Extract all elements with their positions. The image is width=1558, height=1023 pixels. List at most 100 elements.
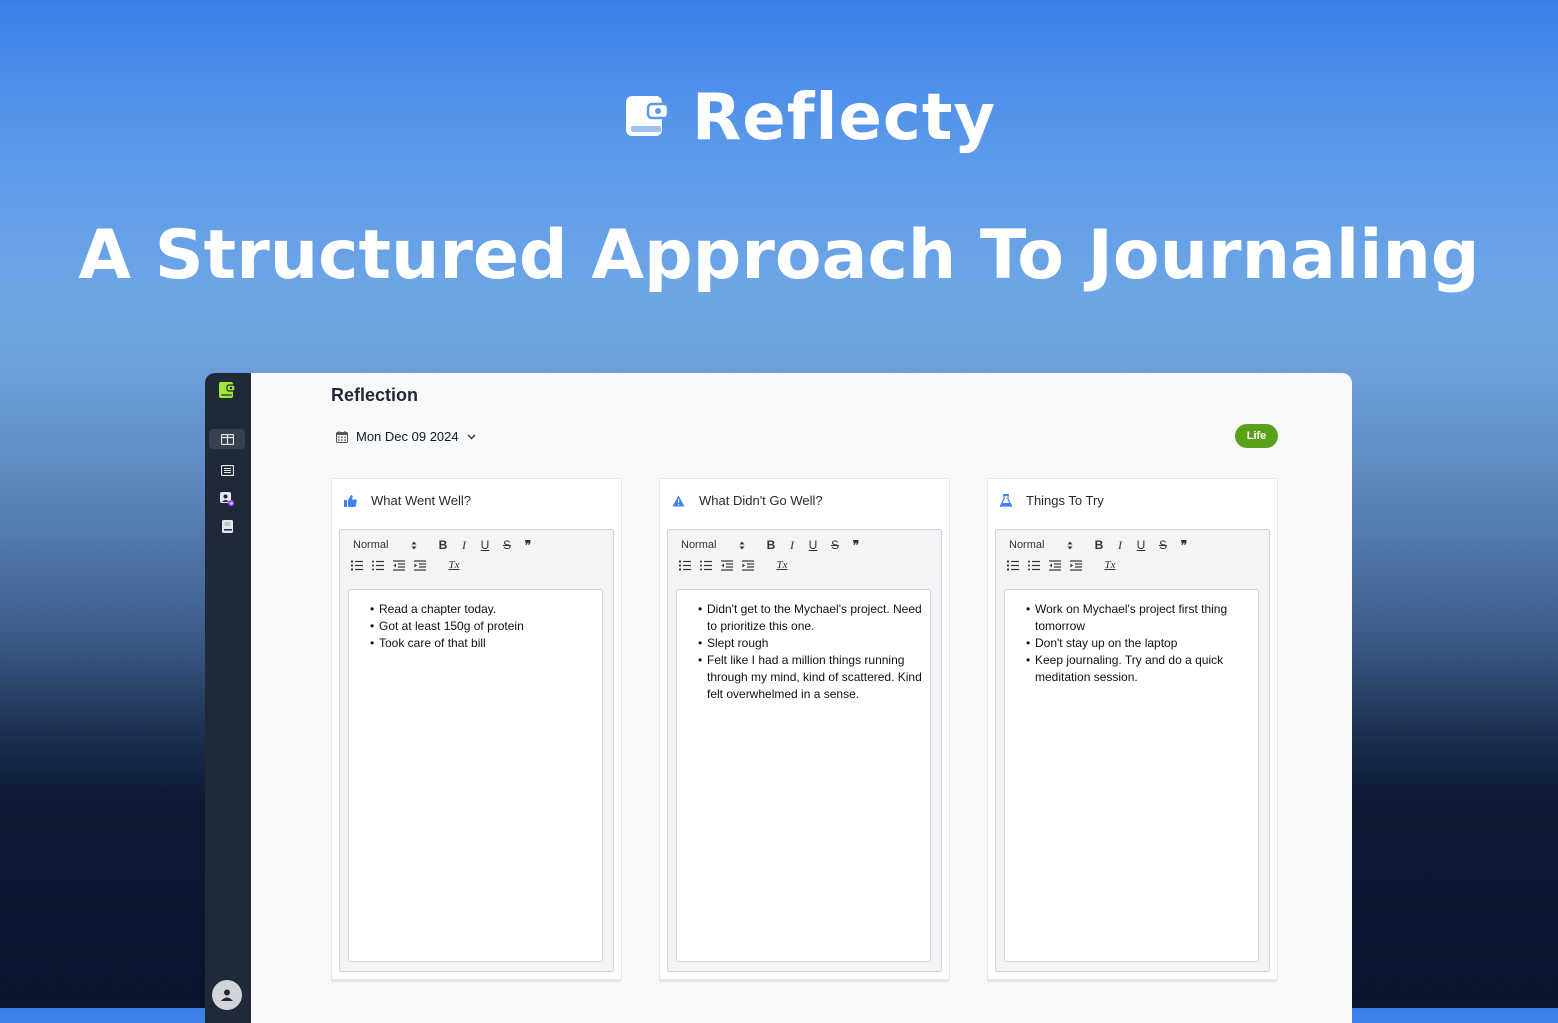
ordered-list-button[interactable] — [349, 557, 365, 573]
card-things-to-try: Things To Try Normal B I U S ❞ Tx • Work… — [987, 478, 1278, 980]
card-header: What Didn't Go Well? — [672, 493, 823, 508]
strike-button[interactable]: S — [499, 537, 515, 553]
date-picker[interactable]: Mon Dec 09 2024 — [336, 429, 476, 444]
bold-button[interactable]: B — [1091, 537, 1107, 553]
flask-icon — [1000, 494, 1012, 507]
format-select-value: Normal — [353, 539, 389, 551]
profile-icon: + — [220, 492, 234, 506]
editor-toolbar: Normal B I U S ❞ Tx — [340, 530, 613, 588]
page-title: Reflection — [331, 385, 419, 405]
user-avatar[interactable] — [212, 980, 242, 1010]
main-content: Reflection Mon Dec 09 2024 Life What Wen… — [251, 373, 1352, 1023]
format-select[interactable]: Normal — [1009, 539, 1073, 551]
ordered-list-icon — [351, 560, 363, 570]
thumbs-up-icon — [344, 494, 357, 507]
logo-icon[interactable] — [219, 381, 236, 399]
outdent-button[interactable] — [719, 557, 735, 573]
bullet-list: Read a chapter today. Got at least 150g … — [370, 601, 598, 652]
underline-button[interactable]: U — [1133, 537, 1149, 553]
bullet-list-button[interactable] — [1026, 557, 1042, 573]
book-icon — [221, 519, 233, 533]
bold-button[interactable]: B — [763, 537, 779, 553]
bullet-list-icon — [700, 560, 712, 570]
list-icon — [220, 464, 234, 476]
quote-button[interactable]: ❞ — [848, 537, 864, 553]
italic-button[interactable]: I — [456, 537, 472, 553]
svg-text:+: + — [229, 501, 233, 506]
editor-toolbar: Normal B I U S ❞ Tx — [668, 530, 941, 588]
quote-button[interactable]: ❞ — [1176, 537, 1192, 553]
calendar-icon — [336, 430, 348, 443]
select-arrows-icon — [411, 541, 417, 549]
underline-button[interactable]: U — [477, 537, 493, 553]
editor-content[interactable]: Didn't get to the Mychael's project. Nee… — [676, 589, 931, 962]
date-value: Mon Dec 09 2024 — [356, 429, 459, 444]
outdent-button[interactable] — [1047, 557, 1063, 573]
editor-content[interactable]: Read a chapter today. Got at least 150g … — [348, 589, 603, 962]
italic-button[interactable]: I — [1112, 537, 1128, 553]
indent-icon — [414, 559, 426, 571]
outdent-icon — [721, 559, 733, 571]
list-item: Took care of that bill — [370, 635, 598, 652]
card-title: What Didn't Go Well? — [699, 493, 823, 508]
ordered-list-icon — [1007, 560, 1019, 570]
hero-brand: Reflecty — [692, 81, 997, 155]
app-window: + Reflection Mon Dec 09 2024 Life What W… — [205, 373, 1352, 1023]
outdent-icon — [1049, 559, 1061, 571]
sidebar-item-profile[interactable]: + — [209, 489, 245, 509]
ordered-list-button[interactable] — [677, 557, 693, 573]
sidebar-item-list[interactable] — [209, 460, 245, 480]
warning-icon — [672, 495, 685, 506]
outdent-button[interactable] — [391, 557, 407, 573]
select-arrows-icon — [739, 541, 745, 549]
card-what-went-well: What Went Well? Normal B I U S ❞ Tx • Re… — [331, 478, 622, 980]
chevron-down-icon — [467, 434, 476, 439]
list-item: Keep journaling. Try and do a quick medi… — [1026, 652, 1254, 686]
format-select-value: Normal — [681, 539, 717, 551]
card-what-didnt-go-well: What Didn't Go Well? Normal B I U S ❞ Tx… — [659, 478, 950, 980]
format-select-value: Normal — [1009, 539, 1045, 551]
bold-button[interactable]: B — [435, 537, 451, 553]
editor-content[interactable]: Work on Mychael's project first thing to… — [1004, 589, 1259, 962]
bullet-list-icon — [1028, 560, 1040, 570]
sidebar-item-book[interactable] — [209, 516, 245, 536]
bullet-list: Didn't get to the Mychael's project. Nee… — [698, 601, 926, 703]
format-select[interactable]: Normal — [353, 539, 417, 551]
rich-text-editor: Normal B I U S ❞ Tx Work on Myc — [995, 529, 1270, 972]
indent-button[interactable] — [740, 557, 756, 573]
list-item: Read a chapter today. — [370, 601, 598, 618]
list-item: Didn't get to the Mychael's project. Nee… — [698, 601, 926, 635]
bullet-list-icon — [372, 560, 384, 570]
rich-text-editor: Normal B I U S ❞ Tx Didn't get — [667, 529, 942, 972]
ordered-list-button[interactable] — [1005, 557, 1021, 573]
board-icon — [220, 433, 234, 445]
clear-format-button[interactable]: Tx — [1102, 557, 1118, 573]
italic-button[interactable]: I — [784, 537, 800, 553]
underline-button[interactable]: U — [805, 537, 821, 553]
bullet-list-button[interactable] — [370, 557, 386, 573]
reflecty-logo-icon — [626, 96, 670, 136]
card-header: Things To Try — [1000, 493, 1104, 508]
list-item: Felt like I had a million things running… — [698, 652, 926, 703]
card-title: What Went Well? — [371, 493, 471, 508]
ordered-list-icon — [679, 560, 691, 570]
user-icon — [221, 989, 233, 1001]
outdent-icon — [393, 559, 405, 571]
indent-button[interactable] — [412, 557, 428, 573]
indent-icon — [1070, 559, 1082, 571]
list-item: Don't stay up on the laptop — [1026, 635, 1254, 652]
indent-button[interactable] — [1068, 557, 1084, 573]
clear-format-button[interactable]: Tx — [774, 557, 790, 573]
clear-format-button[interactable]: Tx — [446, 557, 462, 573]
rich-text-editor: Normal B I U S ❞ Tx Read a chap — [339, 529, 614, 972]
strike-button[interactable]: S — [827, 537, 843, 553]
hero-tagline: A Structured Approach To Journaling — [78, 216, 1480, 295]
tag-badge[interactable]: Life — [1235, 424, 1278, 448]
strike-button[interactable]: S — [1155, 537, 1171, 553]
sidebar-item-board[interactable] — [209, 429, 245, 449]
sidebar: + — [205, 373, 251, 1023]
format-select[interactable]: Normal — [681, 539, 745, 551]
quote-button[interactable]: ❞ — [520, 537, 536, 553]
bullet-list-button[interactable] — [698, 557, 714, 573]
list-item: Slept rough — [698, 635, 926, 652]
